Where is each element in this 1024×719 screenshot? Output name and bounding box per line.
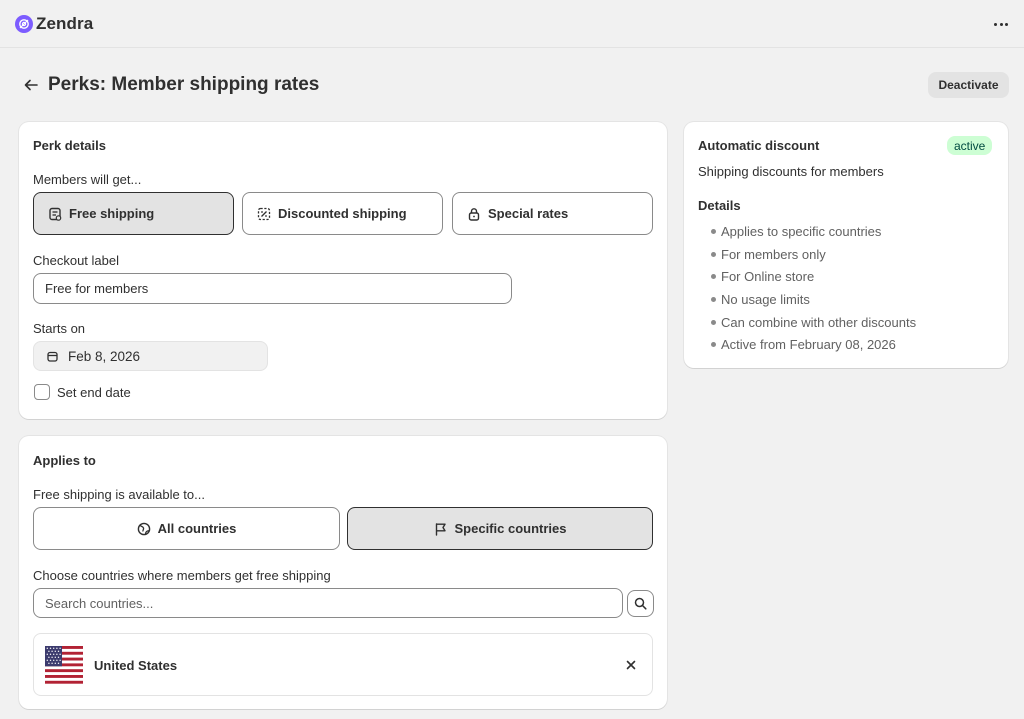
summary-title: Automatic discount [698, 138, 820, 153]
list-item: Can combine with other discounts [705, 311, 995, 334]
perk-details-card: Perk details Members will get... Free sh… [19, 122, 667, 419]
applies-to-card: Applies to Free shipping is available to… [19, 436, 667, 709]
detail-text: Applies to specific countries [721, 223, 882, 239]
arrow-left-icon [24, 79, 38, 91]
detail-text: For members only [721, 246, 826, 262]
option-label: Free shipping [69, 206, 155, 221]
option-label: Special rates [488, 206, 569, 221]
set-end-date-checkbox[interactable] [34, 384, 50, 400]
card-title: Perk details [33, 138, 106, 153]
set-end-date-label[interactable]: Set end date [57, 385, 131, 400]
search-countries-input[interactable]: Search countries... [33, 588, 623, 618]
summary-subtitle: Shipping discounts for members [698, 164, 884, 179]
back-button[interactable] [21, 75, 41, 95]
starts-on-label: Starts on [33, 321, 86, 336]
checkout-label-input[interactable]: Free for members [33, 273, 512, 304]
calendar-icon [47, 351, 58, 362]
discount-icon [257, 207, 271, 220]
list-item: For members only [705, 243, 995, 266]
option-specific-countries[interactable]: Specific countries [347, 507, 653, 550]
dot-icon [994, 22, 997, 26]
bullet-icon [711, 297, 716, 303]
option-special-rates[interactable]: Special rates [452, 192, 653, 235]
available-label: Free shipping is available to... [33, 487, 205, 502]
app-name: Zendra [36, 14, 94, 33]
option-label: All countries [157, 521, 237, 536]
detail-text: No usage limits [721, 291, 810, 307]
bullet-icon [711, 342, 716, 348]
zendra-logo-icon [15, 15, 33, 33]
lock-icon [468, 207, 480, 221]
checkout-label: Checkout label [33, 253, 119, 268]
flag-icon [435, 522, 446, 536]
list-item: Active from February 08, 2026 [705, 333, 995, 356]
us-flag-icon [45, 646, 83, 684]
card-title: Applies to [33, 453, 96, 468]
remove-country-button[interactable] [624, 658, 638, 672]
detail-text: Active from February 08, 2026 [721, 337, 896, 353]
details-list: Applies to specific countries For member… [705, 220, 995, 356]
status-badge: active [947, 136, 993, 155]
country-name: United States [94, 658, 178, 673]
summary-card: Automatic discount active Shipping disco… [684, 122, 1008, 368]
dot-icon [1005, 22, 1008, 26]
members-label: Members will get... [33, 172, 142, 187]
dot-icon [999, 22, 1003, 26]
globe-icon [137, 522, 150, 535]
option-label: Discounted shipping [278, 206, 407, 221]
receipt-icon [49, 207, 62, 221]
details-heading: Details [698, 198, 741, 213]
choose-countries-label: Choose countries where members get free … [33, 568, 331, 583]
bullet-icon [711, 319, 716, 325]
more-actions-button[interactable] [990, 13, 1012, 35]
start-date-value: Feb 8, 2026 [68, 348, 141, 364]
bullet-icon [711, 229, 716, 234]
list-item: For Online store [705, 265, 995, 288]
page-header: Perks: Member shipping rates Deactivate [0, 70, 1024, 100]
search-icon [634, 597, 647, 610]
option-free-shipping[interactable]: Free shipping [33, 192, 234, 235]
bullet-icon [711, 274, 716, 280]
app-logo[interactable]: Zendra [15, 14, 93, 34]
list-item: Applies to specific countries [705, 220, 995, 243]
detail-text: For Online store [721, 269, 815, 285]
start-date-input[interactable]: Feb 8, 2026 [33, 341, 268, 371]
top-bar: Zendra [0, 0, 1024, 48]
country-row: United States [33, 633, 653, 696]
option-label: Specific countries [454, 521, 567, 536]
option-all-countries[interactable]: All countries [33, 507, 340, 550]
list-item: No usage limits [705, 288, 995, 311]
detail-text: Can combine with other discounts [721, 314, 917, 330]
bullet-icon [711, 251, 716, 257]
option-discounted-shipping[interactable]: Discounted shipping [242, 192, 443, 235]
page-title: Perks: Member shipping rates [48, 74, 320, 95]
deactivate-button[interactable]: Deactivate [928, 72, 1009, 98]
search-button[interactable] [627, 590, 654, 617]
close-icon [626, 660, 636, 670]
